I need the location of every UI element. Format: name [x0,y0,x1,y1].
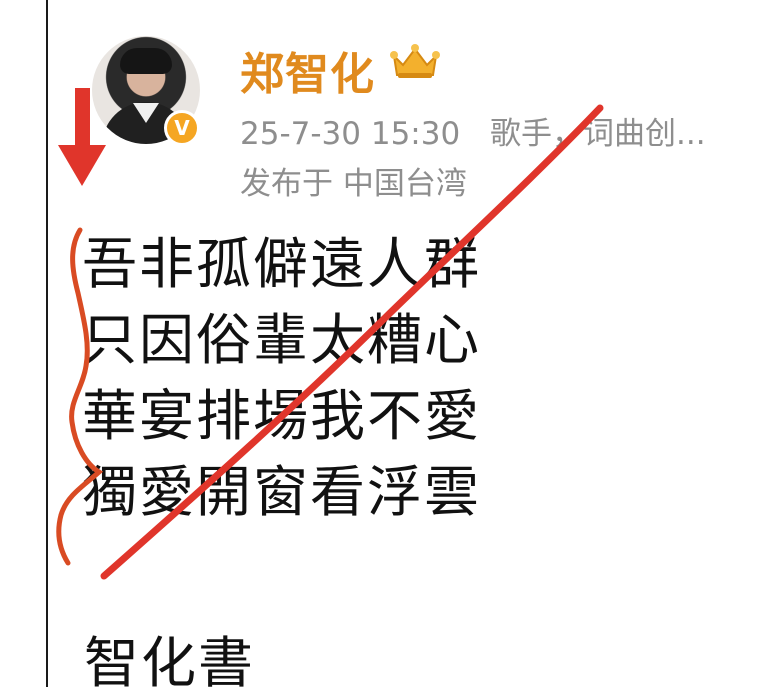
poem-line-2: 只因俗輩太糟心 [82,308,482,372]
post-meta: 25-7-30 15:30 歌手，词曲创... [240,108,706,153]
post-signature: 智化書 [84,631,256,687]
author-description: 歌手，词曲创... [490,116,706,152]
avatar-hair [120,48,172,74]
verified-badge-icon: V [164,110,200,146]
post-location: 发布于 中国台湾 [240,166,467,202]
crown-icon [390,44,440,78]
poem-line-4: 獨愛開窗看浮雲 [82,460,482,524]
author-name[interactable]: 郑智化 [240,38,375,102]
post-content: 吾非孤僻遠人群 只因俗輩太糟心 華宴排場我不愛 獨愛開窗看浮雲 [82,226,481,530]
weibo-post-screenshot: V 郑智化 25-7-30 15:30 歌手，词曲创... 发布于 中国台湾 吾… [0,0,759,687]
post-timestamp: 25-7-30 15:30 [240,116,461,152]
left-border [0,0,48,687]
poem-line-1: 吾非孤僻遠人群 [82,232,482,296]
poem-line-3: 華宴排場我不愛 [82,384,482,448]
